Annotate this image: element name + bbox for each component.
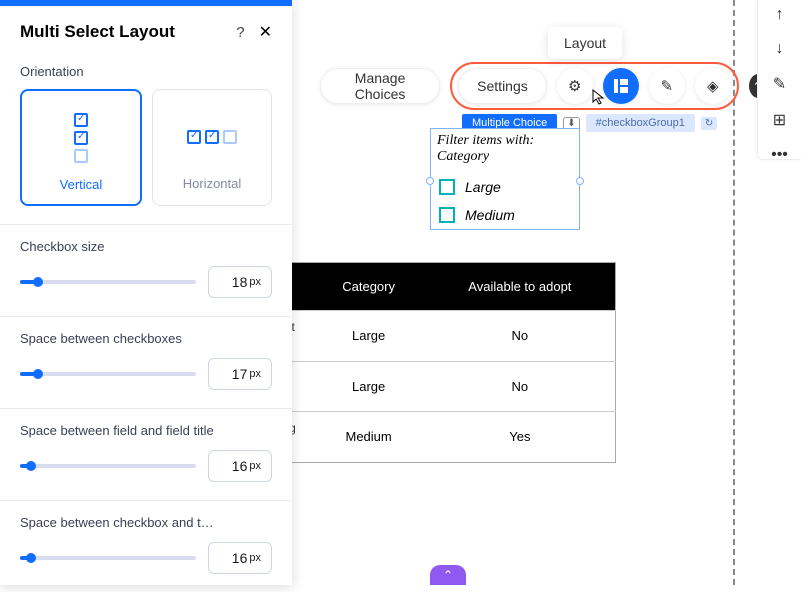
slider-label: Space between field and field title xyxy=(20,423,272,438)
grid-icon[interactable]: ⊞ xyxy=(773,110,786,130)
arrow-down-icon[interactable]: ↓ xyxy=(776,40,784,58)
orientation-vertical[interactable]: Vertical xyxy=(20,89,142,206)
option-label: Large xyxy=(465,179,501,195)
cursor-icon xyxy=(591,88,609,106)
slider-track[interactable] xyxy=(20,372,196,376)
panel-header: Multi Select Layout ? ✕ xyxy=(0,6,292,60)
option-label: Medium xyxy=(465,207,515,223)
checkbox-option[interactable]: Medium xyxy=(431,201,579,229)
checkbox-option[interactable]: Large xyxy=(431,173,579,201)
slider-track[interactable] xyxy=(20,556,196,560)
vertical-preview-icon xyxy=(74,109,88,167)
slider-label: Space between checkbox and t… xyxy=(20,515,272,530)
sync-arrow-icon[interactable]: ↻ xyxy=(701,117,717,130)
cell-available: Yes xyxy=(425,412,616,463)
col-available: Available to adopt xyxy=(425,263,616,311)
right-rail: ↑ ↓ ✎ ⊞ ••• xyxy=(757,0,801,160)
slider-track[interactable] xyxy=(20,280,196,284)
help-icon[interactable]: ? xyxy=(236,24,244,41)
slider-value-input[interactable]: 18px xyxy=(208,266,272,298)
orientation-options: Vertical Horizontal xyxy=(0,89,292,224)
vertical-label: Vertical xyxy=(60,177,103,192)
panel-title: Multi Select Layout xyxy=(20,22,236,42)
component-id-tag: #checkboxGroup1 xyxy=(586,114,695,132)
slider-label: Space between checkboxes xyxy=(20,331,272,346)
orientation-label: Orientation xyxy=(0,60,292,89)
slider-value-input[interactable]: 16px xyxy=(208,542,272,574)
more-icon[interactable]: ••• xyxy=(771,146,788,164)
pencil-icon[interactable]: ✎ xyxy=(773,74,786,94)
layout-tooltip: Layout xyxy=(548,27,622,59)
animation-icon[interactable]: ◈ xyxy=(695,68,731,104)
floating-toolbar: Manage Choices Settings ⚙ ✎ ◈ ? xyxy=(320,62,801,110)
slider-label: Checkbox size xyxy=(20,239,272,254)
checkbox-icon[interactable] xyxy=(439,179,455,195)
arrow-up-icon[interactable]: ↑ xyxy=(776,6,784,24)
cell-available: No xyxy=(425,361,616,412)
col-category: Category xyxy=(313,263,425,311)
design-brush-icon[interactable]: ✎ xyxy=(649,68,685,104)
widget-title: Filter items with: Category xyxy=(431,129,579,173)
cell-available: No xyxy=(425,311,616,362)
horizontal-preview-icon xyxy=(187,108,237,166)
slider-checkbox-size: Checkbox size 18px xyxy=(0,225,292,316)
checkbox-group-widget[interactable]: Filter items with: Category Large Medium xyxy=(430,128,580,230)
layout-panel: Multi Select Layout ? ✕ Orientation Vert… xyxy=(0,0,292,585)
gear-icon[interactable]: ⚙ xyxy=(557,68,593,104)
settings-button[interactable]: Settings xyxy=(458,68,547,104)
slider-value-input[interactable]: 17px xyxy=(208,358,272,390)
slider-space-field-title: Space between field and field title 16px xyxy=(0,409,292,500)
slider-space-checkboxes: Space between checkboxes 17px xyxy=(0,317,292,408)
cell-category: Large xyxy=(313,311,425,362)
slider-track[interactable] xyxy=(20,464,196,468)
resize-handle-right[interactable] xyxy=(576,177,584,185)
manage-choices-button[interactable]: Manage Choices xyxy=(320,68,440,104)
slider-value-input[interactable]: 16px xyxy=(208,450,272,482)
cell-category: Medium xyxy=(313,412,425,463)
orientation-horizontal[interactable]: Horizontal xyxy=(152,89,272,206)
slider-space-checkbox-text: Space between checkbox and t… 16px xyxy=(0,501,292,592)
bottom-expand-icon[interactable]: ⌃ xyxy=(430,565,466,585)
close-icon[interactable]: ✕ xyxy=(259,22,272,42)
cell-category: Large xyxy=(313,361,425,412)
resize-handle-left[interactable] xyxy=(426,177,434,185)
checkbox-icon[interactable] xyxy=(439,207,455,223)
horizontal-label: Horizontal xyxy=(183,176,242,191)
